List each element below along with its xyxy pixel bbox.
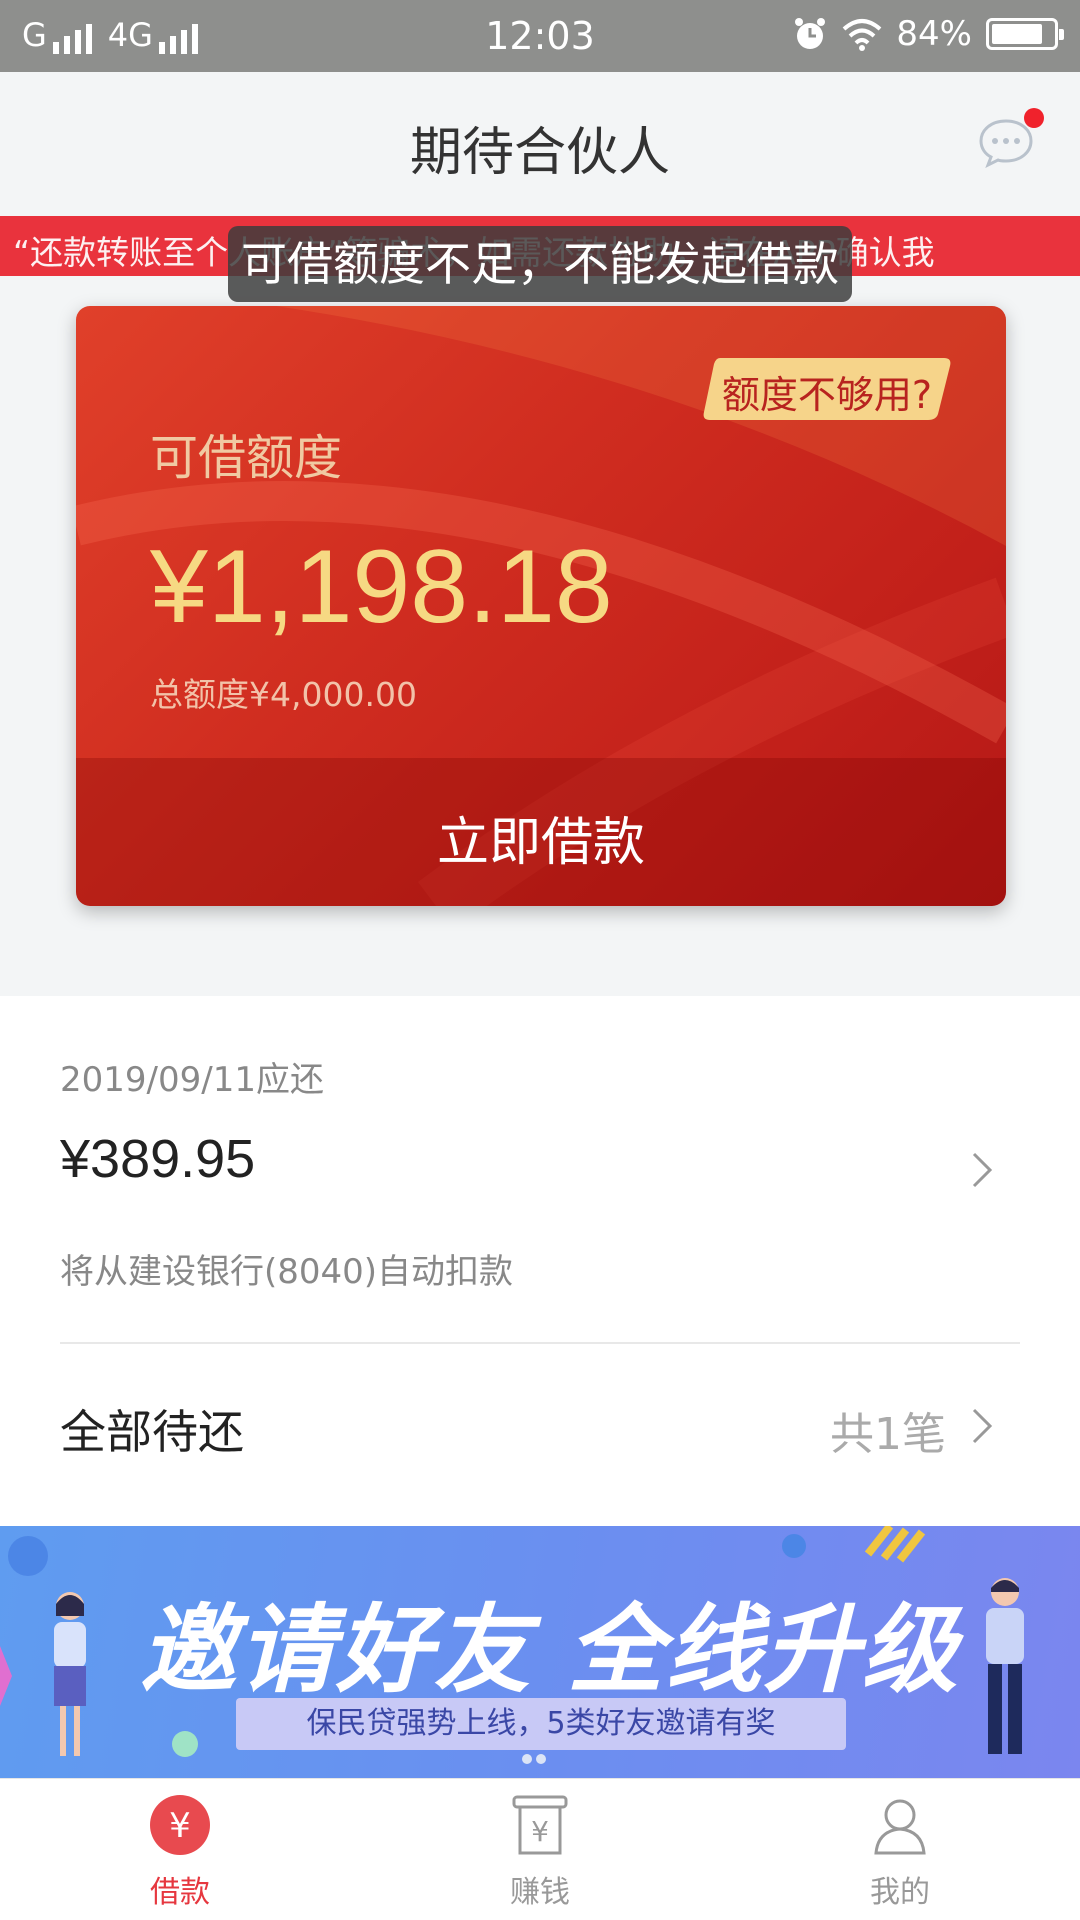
borrow-now-button[interactable]: 立即借款 <box>76 758 1006 906</box>
borrow-button-label: 立即借款 <box>436 813 645 873</box>
woman-illustration <box>54 1592 86 1756</box>
due-date-label: 2019/09/11应还 <box>60 1060 324 1100</box>
carousel-dot <box>536 1754 546 1764</box>
credit-card: 可借额度 ¥1,198.18 总额度¥4,000.00 额度不够用? 立即借款 <box>76 306 1006 906</box>
total-credit-text: 总额度¥4,000.00 <box>150 675 417 714</box>
wifi-icon <box>843 19 882 51</box>
all-pending-row[interactable]: 全部待还 共1笔 <box>0 1344 1080 1524</box>
invite-banner[interactable]: 邀请好友 全线升级 保民贷强势上线，5类好友邀请有奖 <box>0 1526 1080 1778</box>
available-credit-label: 可借额度 <box>150 430 343 486</box>
yuan-receipt-icon: ¥ <box>512 1795 568 1855</box>
nav-label-borrow: 借款 <box>150 1875 210 1910</box>
svg-text:¥: ¥ <box>169 1806 191 1846</box>
page-title: 期待合伙人 <box>409 123 670 183</box>
man-illustration <box>986 1578 1024 1754</box>
toast-message: 可借额度不足，不能发起借款 <box>228 226 852 302</box>
bottom-nav: ¥ 借款 ¥ 赚钱 我的 <box>0 1778 1080 1920</box>
unread-dot <box>1024 108 1044 128</box>
chevron-right-icon <box>972 1408 993 1444</box>
carousel-dot <box>522 1754 532 1764</box>
battery-percent: 84% <box>896 14 972 54</box>
person-icon <box>874 1799 926 1855</box>
alarm-icon <box>795 18 826 49</box>
carousel-dots <box>522 1754 546 1764</box>
status-right: 84% <box>792 14 1064 54</box>
auto-debit-note: 将从建设银行(8040)自动扣款 <box>60 1252 514 1292</box>
chevron-right-icon <box>972 1152 993 1188</box>
limit-insufficient-button[interactable]: 额度不够用? <box>702 352 952 424</box>
app-header: 期待合伙人 <box>0 72 1080 216</box>
limit-button-label: 额度不够用? <box>721 373 933 417</box>
banner-subline: 保民贷强势上线，5类好友邀请有奖 <box>236 1698 846 1750</box>
nav-label-earn: 赚钱 <box>510 1875 570 1910</box>
nav-label-mine: 我的 <box>870 1875 930 1910</box>
battery-icon <box>986 18 1064 50</box>
due-amount: ¥389.95 <box>60 1129 256 1189</box>
pending-count: 共1笔 <box>830 1409 946 1460</box>
nav-item-mine[interactable]: 我的 <box>800 1779 1000 1920</box>
banner-headline: 邀请好友 全线升级 <box>140 1594 960 1706</box>
next-repayment-row[interactable]: 2019/09/11应还 ¥389.95 将从建设银行(8040)自动扣款 <box>0 996 1080 1342</box>
status-bar: G 4G 12:03 84% <box>0 0 1080 72</box>
all-pending-label: 全部待还 <box>60 1405 244 1459</box>
nav-item-borrow[interactable]: ¥ 借款 <box>80 1779 280 1920</box>
yuan-circle-icon: ¥ <box>150 1795 210 1855</box>
repayment-section: 2019/09/11应还 ¥389.95 将从建设银行(8040)自动扣款 全部… <box>0 996 1080 1526</box>
available-credit-amount: ¥1,198.18 <box>150 529 613 645</box>
nav-item-earn[interactable]: ¥ 赚钱 <box>440 1779 640 1920</box>
chat-bubble-icon[interactable] <box>978 118 1034 168</box>
svg-text:¥: ¥ <box>531 1815 549 1848</box>
